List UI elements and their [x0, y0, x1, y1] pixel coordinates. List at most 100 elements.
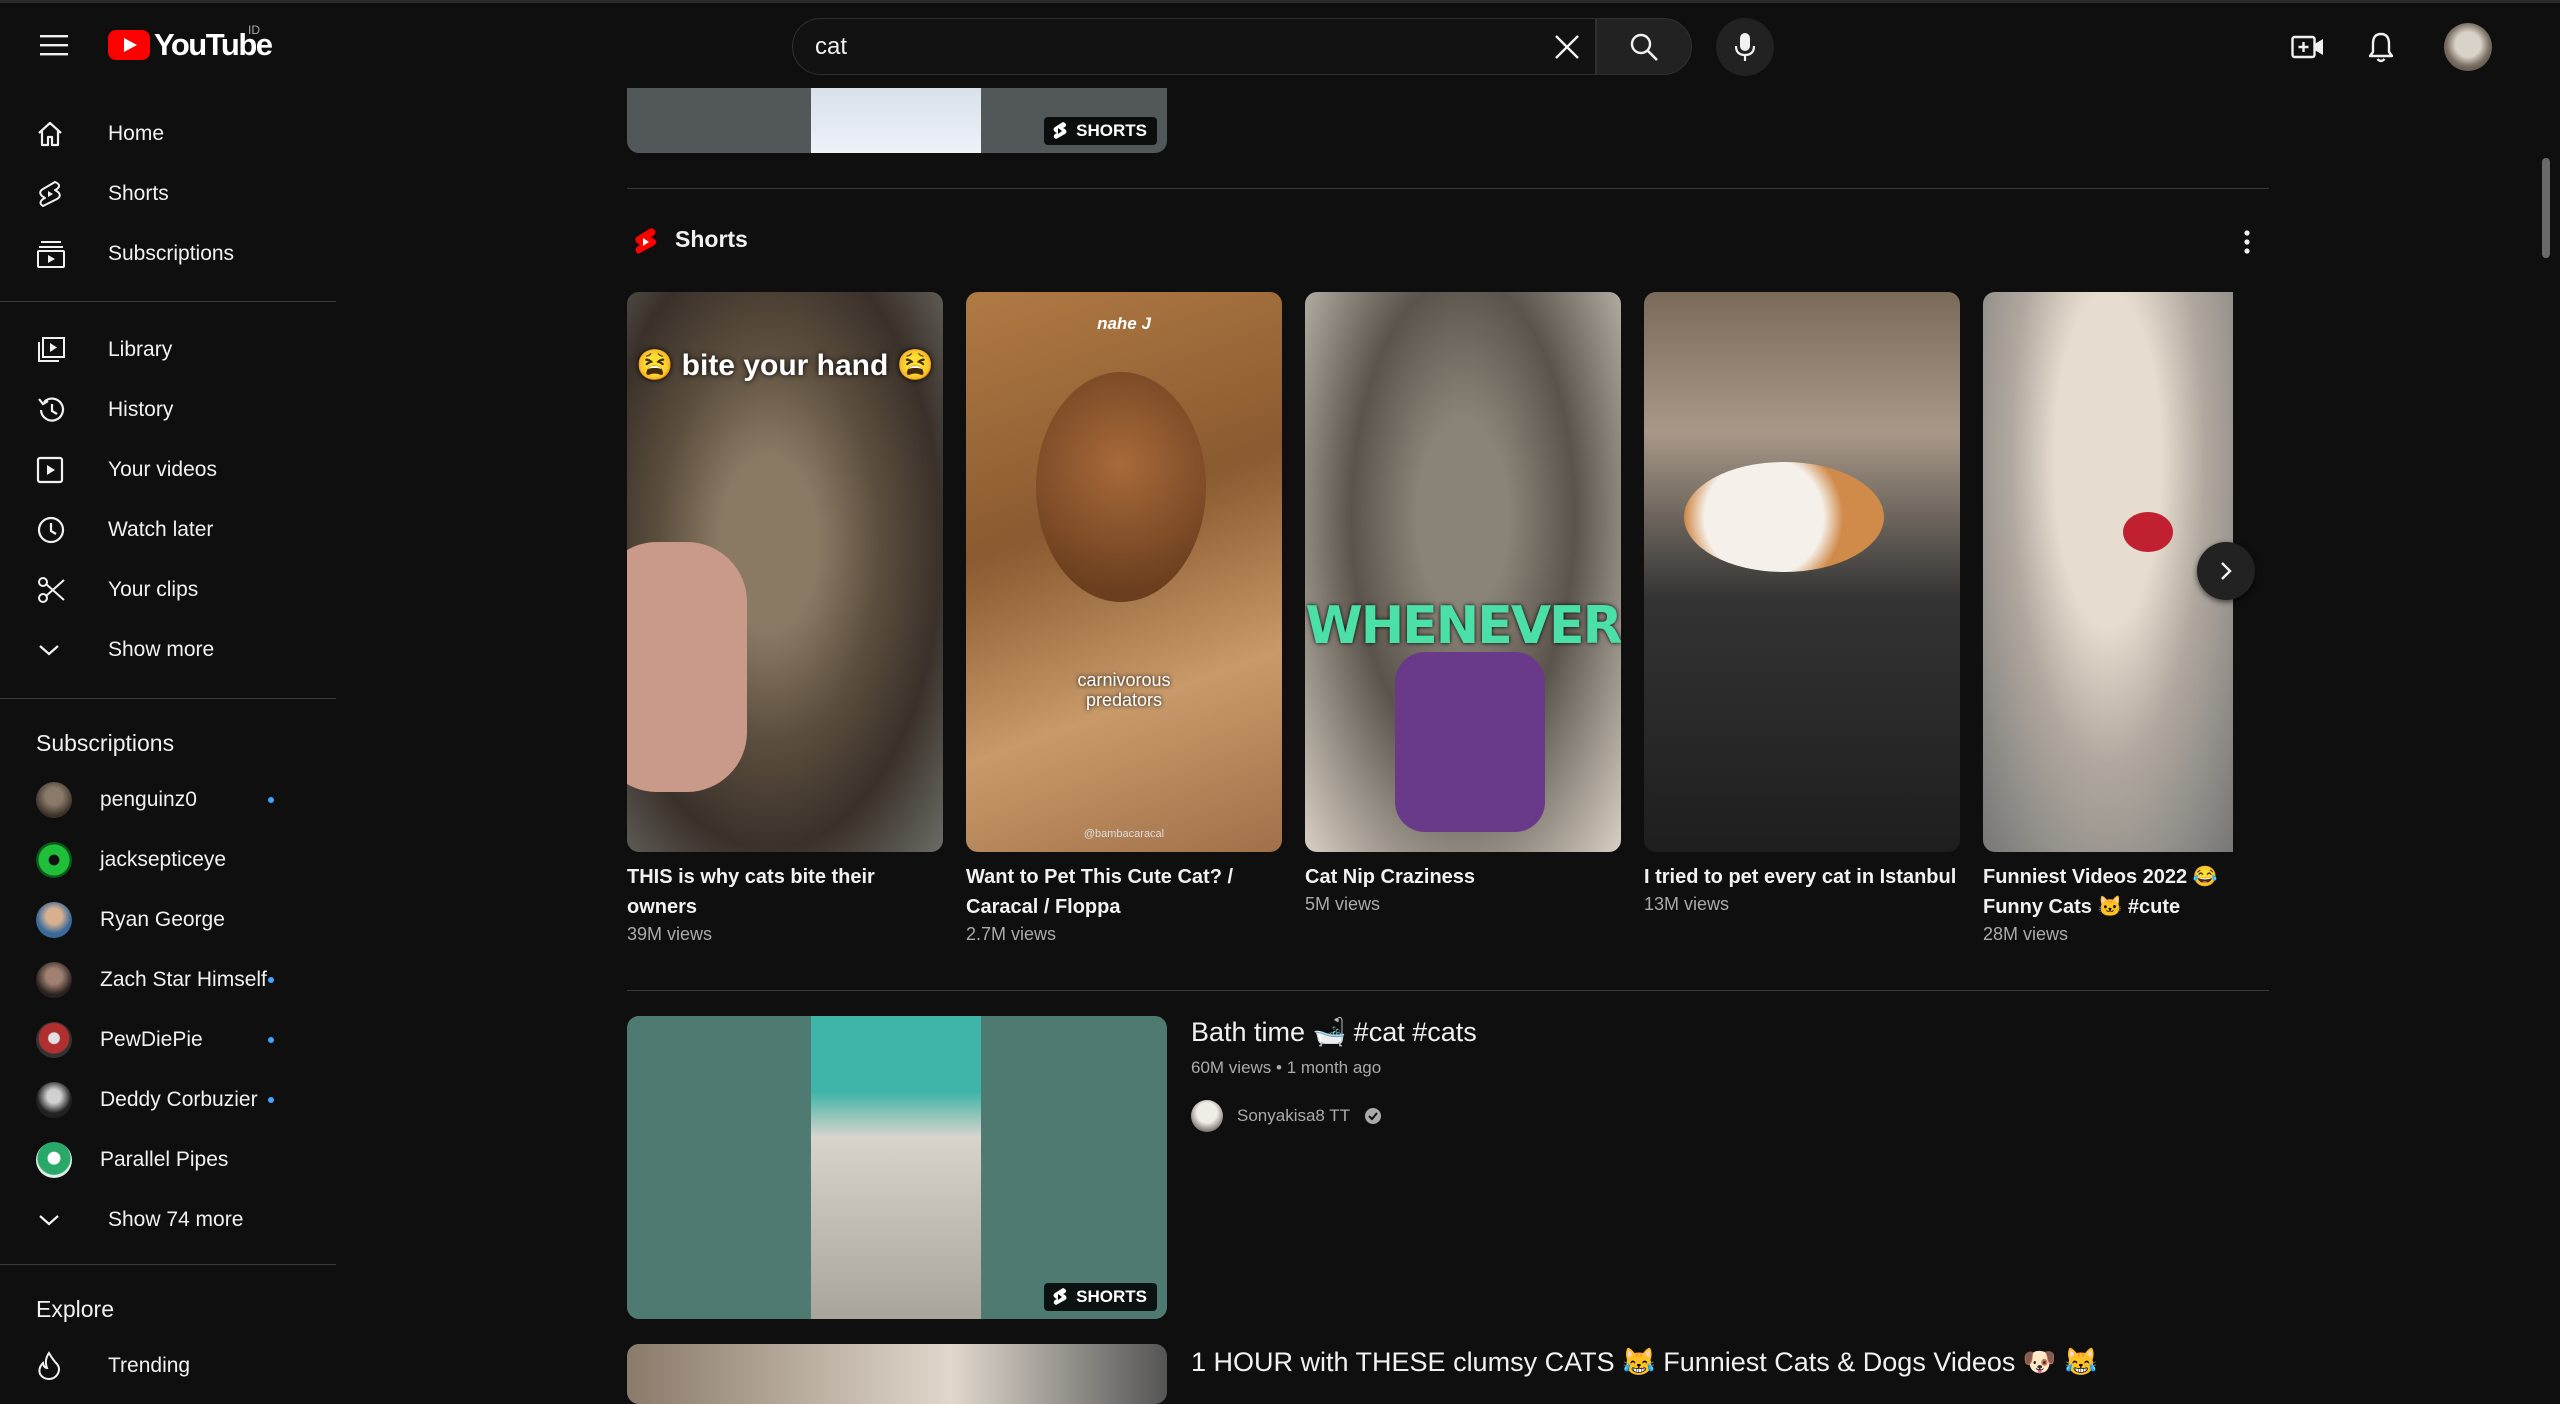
clear-search-button[interactable]	[1551, 31, 1583, 63]
subscription-item[interactable]: Parallel Pipes	[22, 1132, 312, 1188]
shorts-badge: SHORTS	[1044, 1283, 1157, 1311]
youtube-play-icon	[108, 30, 150, 60]
voice-search-button[interactable]	[1716, 18, 1774, 76]
subscriptions-section-title: Subscriptions	[36, 730, 175, 756]
short-card[interactable]: Funniest Videos 2022 😂 Funny Cats 🐱 #cut…	[1983, 292, 2233, 945]
sidebar-item-label: History	[108, 398, 174, 421]
shorts-icon	[22, 166, 86, 222]
thumbnail-image	[811, 1016, 981, 1319]
short-card[interactable]: WHENEVER Cat Nip Craziness 5M views	[1305, 292, 1621, 915]
chevron-right-icon	[2221, 562, 2232, 580]
video-thumbnail[interactable]	[627, 1344, 1167, 1404]
hamburger-menu-button[interactable]	[30, 25, 78, 65]
sidebar-item-label: Library	[108, 338, 173, 361]
sidebar-item-subscriptions[interactable]: Subscriptions	[22, 226, 312, 282]
search-results: SHORTS Shorts 😫 bite your hand 😫 THIS is…	[627, 58, 2269, 1404]
video-title[interactable]: Bath time 🛁 #cat #cats	[1191, 1016, 1477, 1048]
channel-name: Zach Star Himself	[100, 968, 267, 991]
shelf-more-options-button[interactable]	[2231, 226, 2263, 258]
sidebar-item-your-clips[interactable]: Your clips	[22, 562, 312, 618]
search-icon	[1630, 33, 1658, 61]
short-overlay-text: WHENEVER	[1305, 596, 1621, 656]
short-thumbnail[interactable]	[1644, 292, 1960, 852]
thumbnail-image	[1036, 372, 1206, 602]
history-icon	[22, 382, 86, 438]
new-content-dot	[268, 977, 274, 983]
sidebar-item-label: Your videos	[108, 458, 217, 481]
sidebar-item-library[interactable]: Library	[22, 322, 312, 378]
channel-name: Sonyakisa8 TT	[1237, 1106, 1351, 1125]
country-code: ID	[248, 23, 260, 37]
shorts-icon	[1053, 122, 1067, 139]
short-overlay-text: 😫 bite your hand 😫	[635, 349, 935, 382]
short-thumbnail[interactable]: 😫 bite your hand 😫	[627, 292, 943, 852]
short-title[interactable]: Want to Pet This Cute Cat? / Caracal / F…	[966, 862, 1282, 922]
account-avatar[interactable]	[2444, 23, 2492, 71]
sidebar-item-label: Shorts	[108, 182, 169, 205]
sidebar-item-label: Trending	[108, 1354, 191, 1377]
more-vertical-icon	[2244, 230, 2250, 254]
channel-avatar	[36, 842, 72, 878]
sidebar-divider	[0, 1264, 336, 1265]
chevron-down-icon	[22, 622, 86, 678]
short-thumbnail[interactable]	[1983, 292, 2233, 852]
sidebar-item-watch-later[interactable]: Watch later	[22, 502, 312, 558]
short-thumbnail[interactable]: nahe J carnivorous predators @bambacarac…	[966, 292, 1282, 852]
short-card[interactable]: 😫 bite your hand 😫 THIS is why cats bite…	[627, 292, 943, 945]
video-meta: 60M views • 1 month ago	[1191, 1058, 1382, 1077]
sidebar-show-more-subscriptions[interactable]: Show 74 more	[22, 1192, 312, 1248]
channel-name: Parallel Pipes	[100, 1148, 229, 1171]
channel-link[interactable]: Sonyakisa8 TT	[1191, 1100, 1382, 1132]
subscription-item[interactable]: Ryan George	[22, 892, 312, 948]
scissors-icon	[22, 562, 86, 618]
hamburger-icon	[40, 35, 68, 56]
new-content-dot	[268, 1097, 274, 1103]
channel-name: Ryan George	[100, 908, 225, 931]
short-thumbnail[interactable]: WHENEVER	[1305, 292, 1621, 852]
video-thumbnail[interactable]: SHORTS	[627, 1016, 1167, 1319]
sidebar-item-home[interactable]: Home	[22, 106, 312, 162]
sidebar-item-label: Home	[108, 122, 165, 145]
microphone-icon	[1734, 33, 1756, 61]
shorts-shelf-icon	[633, 226, 659, 258]
top-bar: YouTube ID cat	[0, 0, 2560, 88]
close-icon	[1555, 35, 1579, 59]
explore-section-title: Explore	[36, 1296, 114, 1322]
search-button[interactable]	[1596, 18, 1692, 75]
section-divider	[627, 188, 2269, 189]
create-button[interactable]	[2288, 27, 2328, 67]
short-card[interactable]: nahe J carnivorous predators @bambacarac…	[966, 292, 1282, 945]
short-card[interactable]: I tried to pet every cat in Istanbul 13M…	[1644, 292, 1960, 915]
short-title[interactable]: I tried to pet every cat in Istanbul	[1644, 862, 1960, 892]
short-title[interactable]: Funniest Videos 2022 😂 Funny Cats 🐱 #cut…	[1983, 862, 2233, 922]
short-title[interactable]: Cat Nip Craziness	[1305, 862, 1621, 892]
short-views: 13M views	[1644, 894, 1730, 914]
sidebar-divider	[0, 698, 336, 699]
subscription-item[interactable]: jacksepticeye	[22, 832, 312, 888]
channel-avatar	[1191, 1100, 1223, 1132]
new-content-dot	[268, 1037, 274, 1043]
sidebar-item-your-videos[interactable]: Your videos	[22, 442, 312, 498]
search-box[interactable]: cat	[792, 18, 1596, 75]
bell-icon	[2368, 32, 2394, 63]
new-content-dot	[268, 797, 274, 803]
video-title[interactable]: 1 HOUR with THESE clumsy CATS 😹 Funniest…	[1191, 1346, 2098, 1378]
short-title[interactable]: THIS is why cats bite their owners	[627, 862, 943, 922]
shelf-next-button[interactable]	[2197, 542, 2255, 600]
channel-avatar	[36, 1142, 72, 1178]
notifications-button[interactable]	[2361, 27, 2401, 67]
channel-avatar	[36, 1082, 72, 1118]
sidebar-show-more[interactable]: Show more	[22, 622, 312, 678]
page-scrollbar[interactable]	[2542, 158, 2550, 258]
sidebar-item-trending[interactable]: Trending	[22, 1338, 312, 1394]
sidebar-item-label: Your clips	[108, 578, 199, 601]
short-views: 39M views	[627, 924, 713, 944]
short-views: 28M views	[1983, 924, 2069, 944]
sidebar-item-shorts[interactable]: Shorts	[22, 166, 312, 222]
short-views: 5M views	[1305, 894, 1381, 914]
sidebar-item-history[interactable]: History	[22, 382, 312, 438]
search-input[interactable]: cat	[815, 33, 847, 61]
home-icon	[22, 106, 86, 162]
youtube-logo[interactable]: YouTube	[108, 27, 273, 63]
channel-name: Deddy Corbuzier	[100, 1088, 258, 1111]
